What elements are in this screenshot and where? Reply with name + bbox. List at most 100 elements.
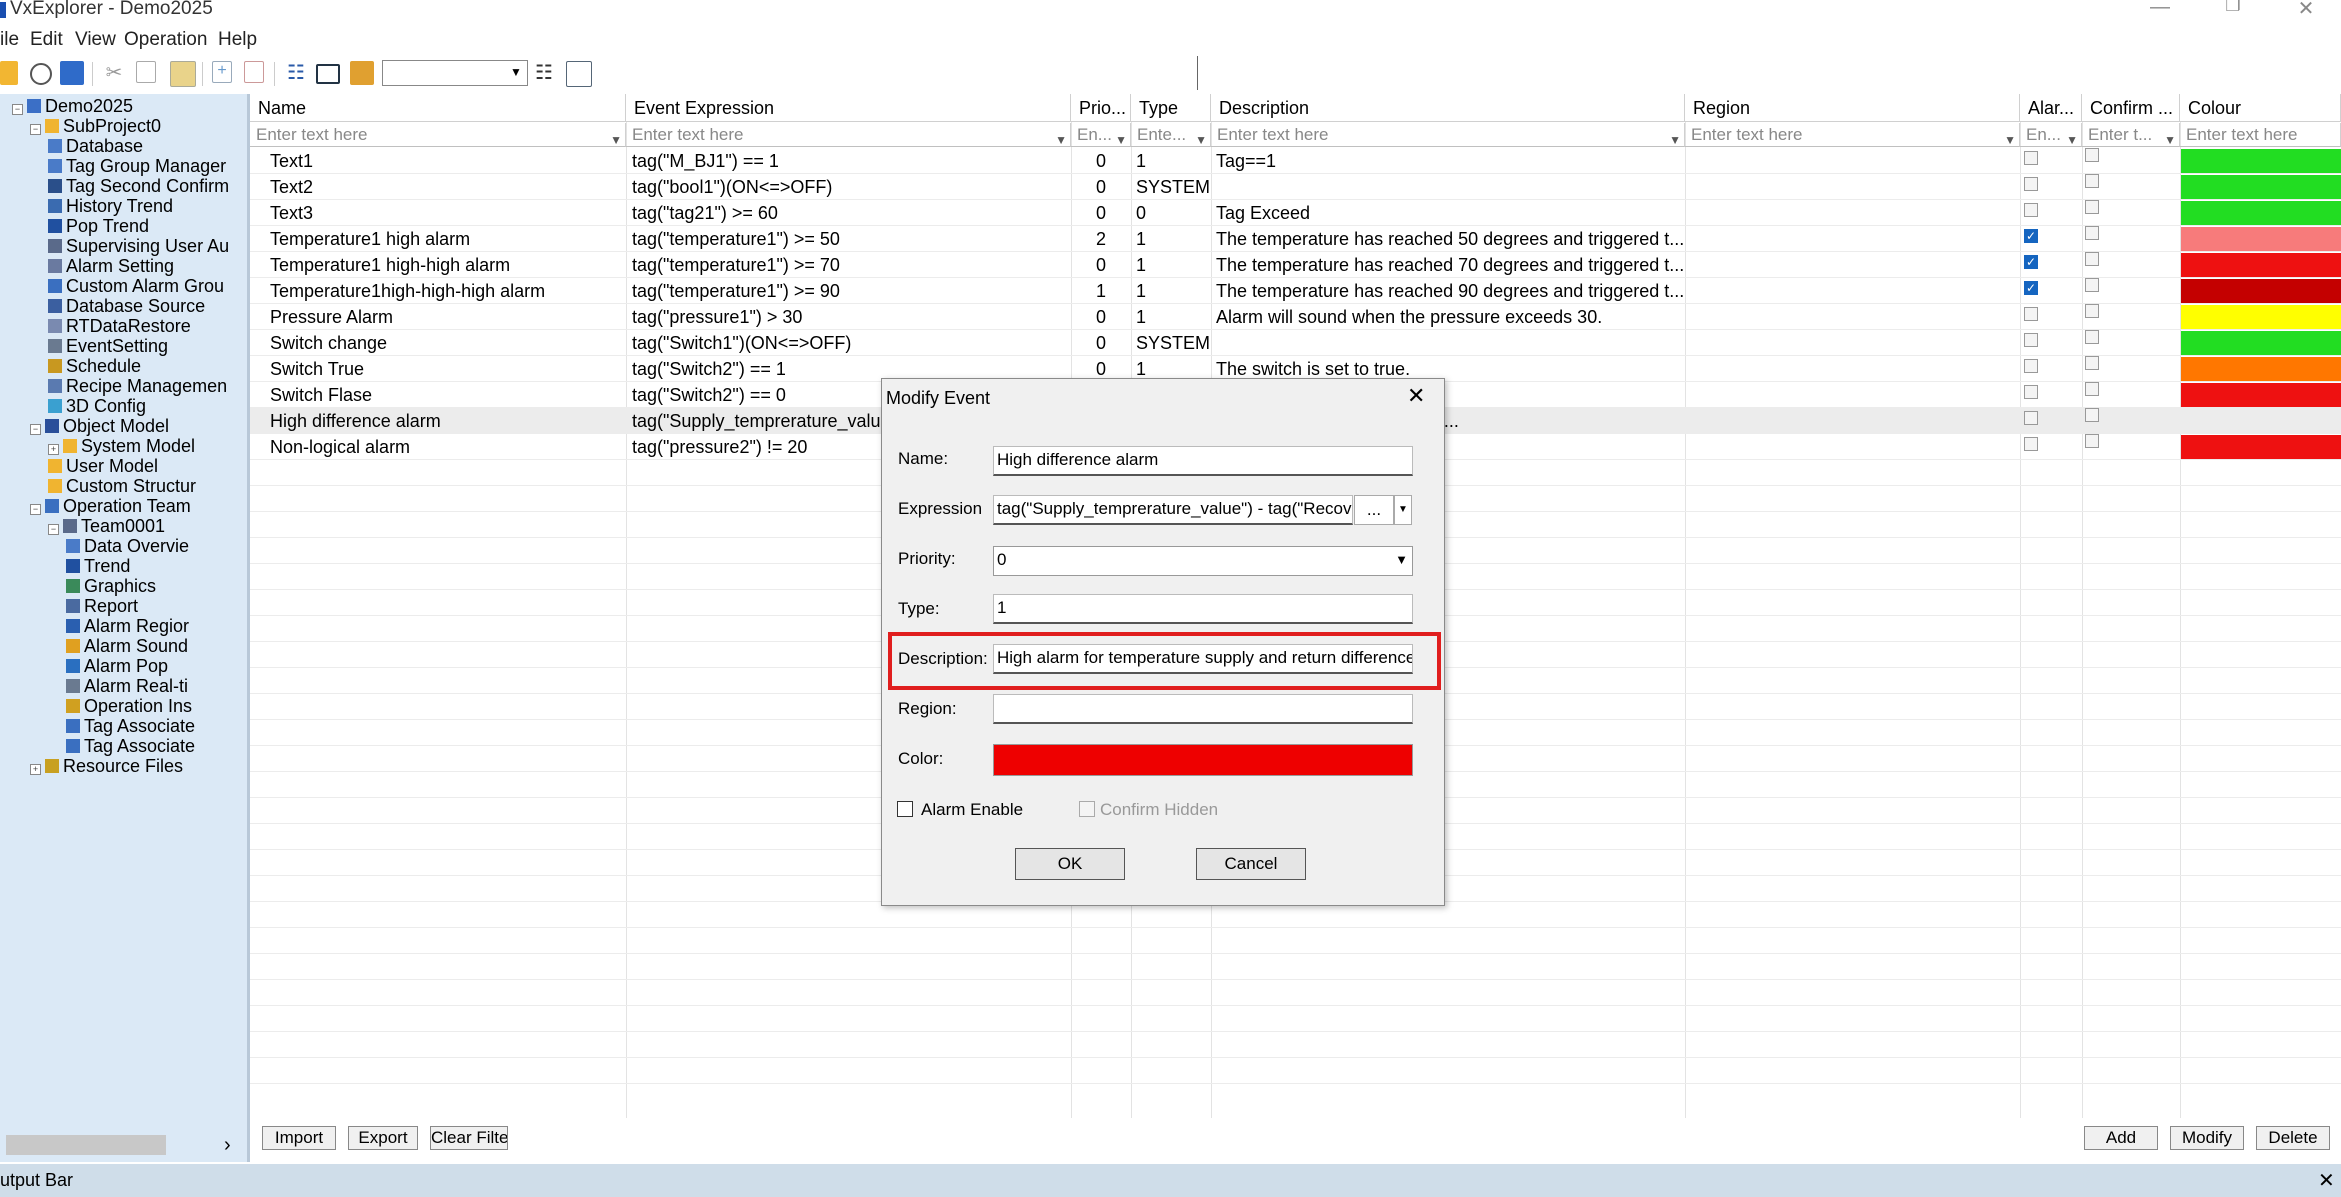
chevron-right-icon[interactable]: › [224, 1134, 231, 1157]
expand-toggle-icon[interactable]: − [48, 524, 59, 535]
paste-icon[interactable] [170, 61, 196, 87]
save-icon[interactable] [60, 61, 84, 85]
menu-operation[interactable]: Operation [124, 29, 207, 51]
filter-name[interactable]: Enter text here ▼ [250, 123, 626, 147]
name-field[interactable]: High difference alarm [993, 446, 1413, 476]
add-button[interactable]: Add [2084, 1126, 2158, 1150]
filter-confirm[interactable]: Enter t... ▼ [2082, 123, 2180, 147]
tree-item[interactable]: Database [48, 136, 247, 157]
filter-description[interactable]: Enter text here ▼ [1211, 123, 1685, 147]
tree-item[interactable]: Alarm Pop [66, 656, 247, 677]
filter-alarm[interactable]: En... ▼ [2020, 123, 2082, 147]
tree-item[interactable]: Tag Group Manager [48, 156, 247, 177]
tree-item[interactable]: − Team0001 [48, 516, 247, 537]
confirm-checkbox[interactable] [2085, 382, 2099, 396]
ok-button[interactable]: OK [1015, 848, 1125, 880]
filter-icon[interactable]: ▼ [2164, 128, 2176, 146]
expression-edit-button[interactable]: ... [1354, 495, 1394, 525]
tree-item[interactable]: + Resource Files [30, 756, 247, 777]
confirm-checkbox[interactable] [2085, 304, 2099, 318]
filter-icon[interactable]: ▼ [1115, 128, 1127, 146]
tree-item[interactable]: Custom Alarm Grou [48, 276, 247, 297]
col-header-description[interactable]: Description [1211, 94, 1685, 122]
cancel-button[interactable]: Cancel [1196, 848, 1306, 880]
tree-item[interactable]: Trend [66, 556, 247, 577]
table-row[interactable]: Temperature1high-high-high alarm tag("tem… [250, 278, 2341, 304]
menu-view[interactable]: View [75, 29, 116, 51]
alarm-checkbox[interactable]: ✓ [2024, 255, 2038, 269]
alarm-enable-checkbox[interactable] [897, 801, 913, 817]
binoculars-icon[interactable]: ☷ [532, 61, 556, 85]
tree-item[interactable]: − Operation Team [30, 496, 247, 517]
filter-colour[interactable]: Enter text here [2180, 123, 2341, 147]
export-button[interactable]: Export [348, 1126, 418, 1150]
tree-item[interactable]: Operation Ins [66, 696, 247, 717]
table-row[interactable]: Temperature1 high alarm tag("temperature1… [250, 226, 2341, 252]
hierarchy-icon[interactable]: ☷ [284, 61, 308, 85]
refresh-icon[interactable] [30, 63, 52, 85]
alarm-checkbox[interactable]: ✓ [2024, 229, 2038, 243]
confirm-checkbox[interactable] [2085, 330, 2099, 344]
monitor-icon[interactable] [316, 64, 340, 84]
tree-item[interactable]: RTDataRestore [48, 316, 247, 337]
tree-item[interactable]: Alarm Sound [66, 636, 247, 657]
col-header-priority[interactable]: Prio... [1071, 94, 1131, 122]
tree-item[interactable]: Graphics [66, 576, 247, 597]
tree-item[interactable]: Alarm Setting [48, 256, 247, 277]
folder-open-icon[interactable] [350, 61, 374, 85]
confirm-checkbox[interactable] [2085, 148, 2099, 162]
filter-type[interactable]: Ente... ▼ [1131, 123, 1211, 147]
tree-item[interactable]: − Demo2025 [12, 96, 247, 117]
network-icon[interactable] [566, 61, 592, 87]
confirm-checkbox[interactable] [2085, 174, 2099, 188]
clear-filter-button[interactable]: Clear Filter [430, 1126, 508, 1150]
table-row[interactable]: Text2 tag("bool1")(ON<=>OFF) 0 SYSTEM [250, 174, 2341, 200]
alarm-checkbox[interactable] [2024, 359, 2038, 373]
col-header-alarm[interactable]: Alar... [2020, 94, 2082, 122]
confirm-checkbox[interactable] [2085, 434, 2099, 448]
confirm-checkbox[interactable] [2085, 356, 2099, 370]
tree-item[interactable]: Data Overvie [66, 536, 247, 557]
filter-priority[interactable]: En... ▼ [1071, 123, 1131, 147]
alarm-checkbox[interactable] [2024, 203, 2038, 217]
confirm-checkbox[interactable] [2085, 278, 2099, 292]
project-combo[interactable]: ▼ [382, 60, 528, 86]
expand-toggle-icon[interactable]: − [30, 124, 41, 135]
col-header-expression[interactable]: Event Expression [626, 94, 1071, 122]
menu-file[interactable]: ile [0, 29, 19, 51]
alarm-checkbox[interactable] [2024, 411, 2038, 425]
filter-icon[interactable]: ▼ [2066, 128, 2078, 146]
filter-icon[interactable]: ▼ [1055, 128, 1067, 146]
tree-item[interactable]: − SubProject0 [30, 116, 247, 137]
alarm-checkbox[interactable] [2024, 307, 2038, 321]
close-window-button[interactable]: ✕ [2276, 0, 2336, 22]
open-icon[interactable] [0, 61, 18, 85]
tree-item[interactable]: User Model [48, 456, 247, 477]
tree-item[interactable]: Tag Associate [66, 736, 247, 757]
confirm-checkbox[interactable] [2085, 226, 2099, 240]
filter-region[interactable]: Enter text here ▼ [1685, 123, 2020, 147]
alarm-checkbox[interactable] [2024, 333, 2038, 347]
tree-item[interactable]: Recipe Managemen [48, 376, 247, 397]
menu-help[interactable]: Help [218, 29, 257, 51]
alarm-checkbox[interactable]: ✓ [2024, 281, 2038, 295]
add-item-icon[interactable]: + [212, 61, 232, 83]
tree-item[interactable]: − Object Model [30, 416, 247, 437]
type-field[interactable]: 1 [993, 594, 1413, 624]
delete-button[interactable]: Delete [2256, 1126, 2330, 1150]
minimize-button[interactable]: — [2130, 0, 2190, 22]
confirm-checkbox[interactable] [2085, 408, 2099, 422]
filter-icon[interactable]: ▼ [2004, 128, 2016, 146]
description-field[interactable]: High alarm for temperature supply and re… [993, 644, 1413, 674]
tree-item[interactable]: History Trend [48, 196, 247, 217]
alarm-checkbox[interactable] [2024, 385, 2038, 399]
expression-field[interactable]: tag("Supply_temprerature_value") - tag("… [993, 495, 1353, 525]
tree-item[interactable]: 3D Config [48, 396, 247, 417]
color-picker[interactable] [993, 744, 1413, 776]
table-row[interactable]: Text3 tag("tag21") >= 60 0 0 Tag Exceed [250, 200, 2341, 226]
table-row[interactable]: Temperature1 high-high alarm tag("tempera… [250, 252, 2341, 278]
table-row[interactable]: Pressure Alarm tag("pressure1") > 30 0 1 Ala… [250, 304, 2341, 330]
filter-expression[interactable]: Enter text here ▼ [626, 123, 1071, 147]
col-header-colour[interactable]: Colour [2180, 94, 2341, 122]
chevron-down-icon[interactable]: ▼ [1394, 495, 1412, 525]
